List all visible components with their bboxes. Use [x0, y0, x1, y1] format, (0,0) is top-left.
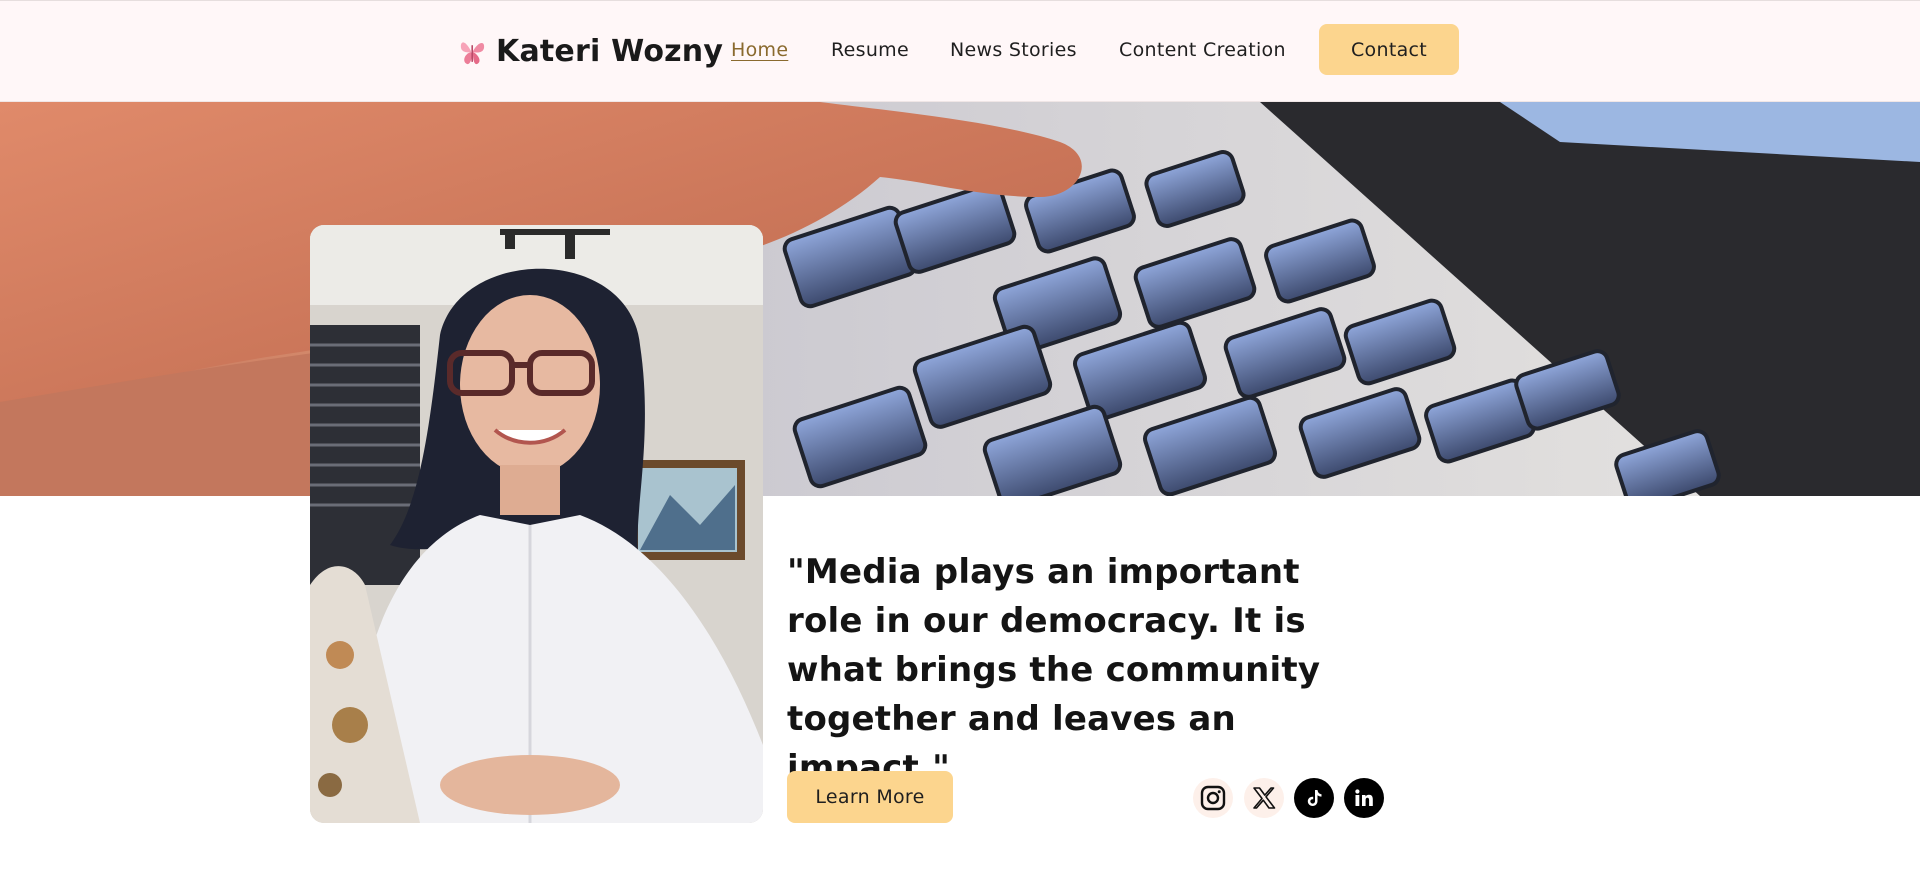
brand[interactable]: Kateri Wozny	[458, 31, 723, 71]
brand-name: Kateri Wozny	[496, 33, 724, 69]
site-header: Kateri Wozny Home Resume News Stories Co…	[0, 0, 1920, 102]
tiktok-icon[interactable]	[1294, 778, 1334, 818]
nav-home-link[interactable]: Home	[731, 39, 788, 61]
butterfly-icon	[460, 42, 485, 65]
nav-resume-link[interactable]: Resume	[831, 39, 909, 61]
contact-button[interactable]: Contact	[1319, 24, 1459, 75]
x-twitter-icon[interactable]	[1244, 778, 1284, 818]
instagram-icon[interactable]	[1193, 778, 1233, 818]
hero-background-image	[0, 102, 1920, 496]
portrait-photo	[310, 225, 763, 823]
hero-quote: "Media plays an important role in our de…	[787, 552, 1321, 788]
nav-content-creation-link[interactable]: Content Creation	[1119, 39, 1286, 61]
nav-news-stories-link[interactable]: News Stories	[950, 39, 1077, 61]
linkedin-icon[interactable]	[1344, 778, 1384, 818]
learn-more-button[interactable]: Learn More	[787, 771, 953, 823]
